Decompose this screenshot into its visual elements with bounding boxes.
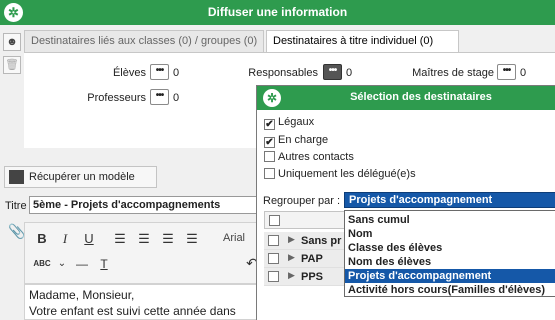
underline-button[interactable]: U	[80, 230, 98, 248]
check-delegues[interactable]: Uniquement les délégué(e)s	[264, 168, 416, 180]
row-checkbox[interactable]	[268, 235, 279, 246]
check-en-charge[interactable]: ✔ En charge	[264, 134, 328, 148]
dropdown-option[interactable]: Classe des élèves	[345, 241, 555, 255]
legaux-label: Légaux	[278, 116, 315, 128]
autres-contacts-checkbox[interactable]	[264, 151, 275, 162]
dropdown-option-selected[interactable]: Projets d'accompagnement	[345, 269, 555, 283]
professeurs-select-button[interactable]: •••	[150, 89, 169, 105]
autres-contacts-label: Autres contacts	[278, 151, 354, 163]
horizontal-rule-icon[interactable]: —	[73, 255, 91, 273]
dialog-title-bar: ✲ Sélection des destinataires	[257, 86, 555, 110]
align-left-icon[interactable]: ☰	[111, 230, 129, 248]
maitres-count: 0	[520, 67, 527, 79]
en-charge-label: En charge	[278, 134, 329, 146]
check-legaux[interactable]: ✔ Légaux	[264, 116, 314, 130]
editor-line-1: Madame, Monsieur,	[29, 288, 135, 302]
row-checkbox[interactable]	[268, 253, 279, 264]
row-checkbox[interactable]	[268, 271, 279, 282]
expand-arrow-icon[interactable]: ▶	[288, 252, 295, 263]
window-title: Diffuser une information	[207, 5, 348, 19]
titre-label: Titre	[5, 200, 27, 212]
tab-classes-groups[interactable]: Destinataires liés aux classes (0) / gro…	[24, 30, 264, 52]
tab-individual[interactable]: Destinataires à titre individuel (0)	[266, 30, 459, 53]
maitres-label: Maîtres de stage	[412, 67, 494, 79]
clear-format-button[interactable]: T	[95, 255, 113, 273]
editor-line-2: Votre enfant est suivi cette année dans	[29, 304, 236, 318]
expand-arrow-icon[interactable]: ▶	[288, 234, 295, 245]
dropdown-option[interactable]: Sans cumul	[345, 213, 555, 227]
select-all-checkbox[interactable]	[269, 215, 280, 226]
paperclip-icon[interactable]: 📎	[8, 223, 25, 240]
italic-button[interactable]: I	[56, 230, 74, 248]
spellcheck-dropdown-icon[interactable]: ⌄	[53, 255, 71, 273]
justify-icon[interactable]: ☰	[183, 230, 201, 248]
professeurs-count: 0	[173, 92, 180, 104]
selection-dialog: ✲ Sélection des destinataires ✔ Légaux ✔ E…	[256, 85, 555, 320]
regroup-select[interactable]: Projets d'accompagnement	[344, 192, 555, 208]
dropdown-option[interactable]: Activité hors cours(Familles d'élèves)	[345, 283, 555, 297]
dialog-logo-icon: ✲	[263, 89, 281, 107]
delegues-checkbox[interactable]	[264, 168, 275, 179]
recuperer-modele-button[interactable]: Récupérer un modèle	[4, 166, 157, 188]
align-right-icon[interactable]: ☰	[159, 230, 177, 248]
titre-input[interactable]: 5ème - Projets d'accompagnements	[29, 196, 269, 214]
eleves-label: Élèves	[112, 67, 146, 79]
row-label: PPS	[301, 271, 324, 283]
responsables-label: Responsables	[248, 67, 318, 79]
responsables-count: 0	[346, 67, 353, 79]
legaux-checkbox[interactable]: ✔	[264, 119, 275, 130]
window-title-bar: ✲ Diffuser une information	[0, 0, 555, 25]
expand-arrow-icon[interactable]: ▶	[288, 270, 295, 281]
trash-icon[interactable]: 🗑	[3, 56, 21, 74]
user-icon[interactable]: ☻	[3, 33, 21, 51]
row-label: PAP	[301, 253, 323, 265]
eleves-select-button[interactable]: •••	[150, 64, 169, 80]
maitres-select-button[interactable]: •••	[497, 64, 516, 80]
professeurs-label: Professeurs	[87, 92, 146, 104]
recuperer-modele-label: Récupérer un modèle	[29, 171, 135, 183]
regroup-label: Regrouper par :	[263, 195, 341, 207]
delegues-label: Uniquement les délégué(e)s	[278, 168, 416, 180]
dialog-title: Sélection des destinataires	[350, 91, 492, 103]
message-editor[interactable]: Madame, Monsieur, Votre enfant est suivi…	[24, 284, 264, 320]
dropdown-option[interactable]: Nom des élèves	[345, 255, 555, 269]
bold-button[interactable]: B	[33, 230, 51, 248]
check-autres-contacts[interactable]: Autres contacts	[264, 151, 354, 163]
regroup-dropdown-list: Sans cumul Nom Classe des élèves Nom des…	[344, 210, 555, 297]
font-family-select[interactable]: Arial	[223, 232, 245, 244]
spellcheck-button[interactable]: ABC	[33, 255, 51, 273]
books-icon	[9, 170, 24, 184]
eleves-count: 0	[173, 67, 180, 79]
responsables-select-button[interactable]: •••	[323, 64, 342, 80]
align-center-icon[interactable]: ☰	[135, 230, 153, 248]
en-charge-checkbox[interactable]: ✔	[264, 137, 275, 148]
editor-toolbar: B I U ☰ ☰ ☰ ☰ Arial ABC ⌄ — T	[24, 222, 264, 284]
dropdown-option[interactable]: Nom	[345, 227, 555, 241]
row-label: Sans pr	[301, 235, 342, 247]
